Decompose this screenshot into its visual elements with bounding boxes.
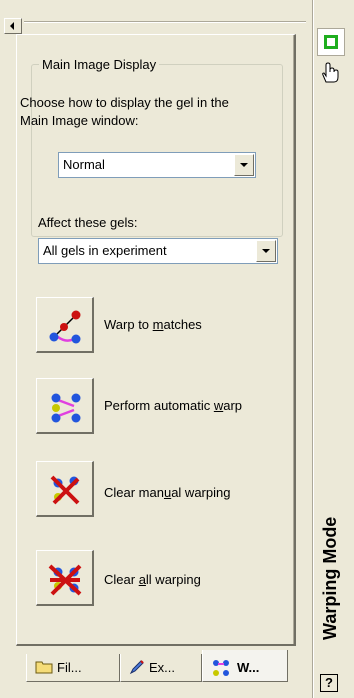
top-scrollbar[interactable]: [0, 0, 312, 34]
folder-icon: [35, 661, 53, 674]
hand-pointer-icon[interactable]: [320, 62, 340, 84]
select-mode-button[interactable]: [317, 28, 345, 56]
tab-files[interactable]: Fil...: [26, 654, 120, 682]
automatic-warp-button[interactable]: [36, 378, 94, 434]
automatic-warp-icon: [51, 393, 81, 423]
pencil-icon: [129, 660, 144, 675]
tab-warping-label: W...: [237, 660, 260, 675]
warping-mode-title: Warping Mode: [320, 516, 340, 640]
group-legend: Main Image Display: [42, 57, 157, 72]
display-mode-value: Normal: [63, 157, 105, 172]
sidebar-separator-highlight: [313, 0, 314, 698]
affect-gels-label: Affect these gels:: [38, 215, 138, 230]
display-mode-dropdown-icon[interactable]: [234, 154, 254, 176]
tab-files-label: Fil...: [57, 660, 82, 675]
panel-tabs: Fil... Ex... W...: [16, 650, 306, 684]
clear-all-warping-button[interactable]: [36, 550, 94, 606]
warp-tab-icon: [213, 660, 229, 676]
scroll-left-button[interactable]: [4, 18, 22, 34]
tab-experiment[interactable]: Ex...: [120, 654, 202, 682]
warp-to-matches-icon: [49, 310, 81, 344]
clear-manual-warping-label: Clear manual warping: [104, 485, 231, 500]
affect-gels-value: All gels in experiment: [43, 243, 167, 258]
clear-all-warping-label: Clear all warping: [104, 572, 201, 587]
help-icon[interactable]: ?: [320, 674, 338, 692]
mode-sidebar: Warping Mode ?: [312, 0, 354, 698]
warp-to-matches-button[interactable]: [36, 297, 94, 353]
main-image-display-group: Main Image Display: [31, 57, 283, 237]
green-square-icon: [324, 35, 338, 49]
clear-all-warping-icon: [48, 564, 82, 596]
tab-warping[interactable]: W...: [202, 650, 288, 682]
group-description: Choose how to display the gel in the Mai…: [20, 95, 229, 128]
affect-gels-select[interactable]: All gels in experiment: [38, 238, 278, 264]
scroll-track-highlight: [24, 22, 306, 23]
automatic-warp-label: Perform automatic warp: [104, 398, 243, 413]
tab-experiment-label: Ex...: [149, 660, 176, 675]
panel-edge: [293, 35, 294, 644]
display-mode-select[interactable]: Normal: [58, 152, 256, 178]
warp-to-matches-label: Warp to matches: [104, 317, 202, 332]
clear-manual-warping-button[interactable]: [36, 461, 94, 517]
affect-gels-dropdown-icon[interactable]: [256, 240, 276, 262]
clear-manual-warping-icon: [50, 475, 80, 505]
